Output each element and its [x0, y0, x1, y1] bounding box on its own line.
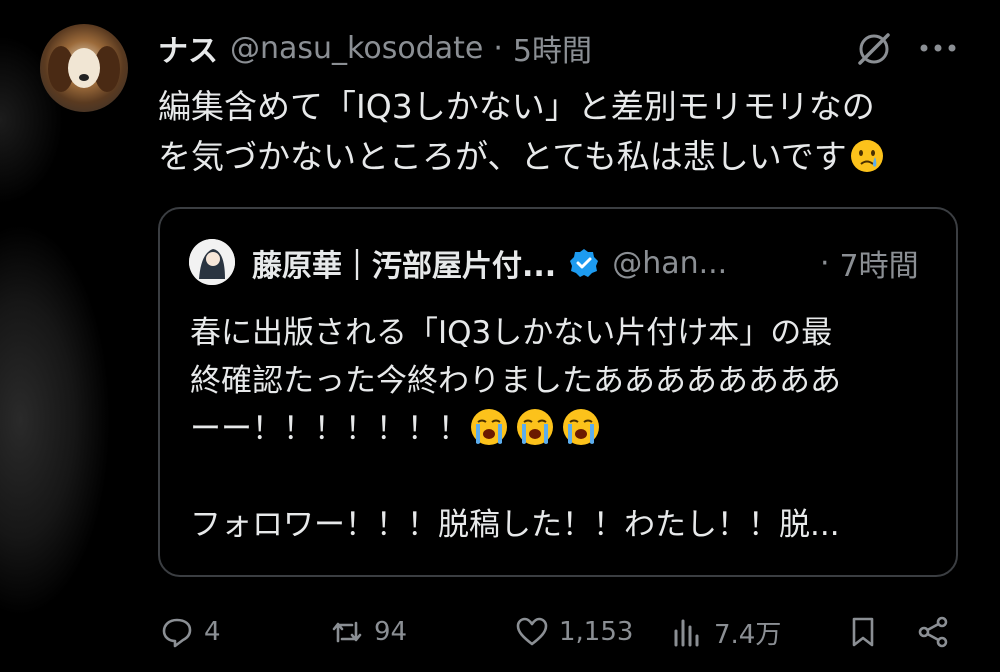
quoted-text: 春に出版される「IQ3しかない片付け本」の最 終確認たった今終わりましたああああ…: [190, 309, 940, 549]
quoted-author-name[interactable]: 藤原華｜汚部屋片付...: [252, 241, 556, 285]
retweet-count: 94: [374, 617, 408, 647]
retweet-icon: [332, 621, 362, 643]
loudly-crying-face-icon: [471, 409, 507, 445]
separator-dot: ·: [820, 245, 830, 281]
tweet-text-line: 編集含めて「IQ3しかない」と差別モリモリなの: [158, 87, 875, 126]
quoted-text-line: ーー！！！！！！！: [190, 411, 469, 447]
reply-button[interactable]: 4: [160, 610, 221, 654]
view-count: 7.4万: [714, 619, 782, 650]
reply-count: 4: [204, 617, 221, 647]
avatar[interactable]: [40, 24, 128, 112]
quoted-text-line: 春に出版される「IQ3しかない片付け本」の最: [190, 315, 833, 351]
like-button[interactable]: 1,153: [515, 610, 633, 654]
like-count: 1,153: [559, 617, 634, 647]
share-button[interactable]: [916, 610, 950, 654]
views-chart-icon: [674, 619, 699, 647]
timestamp[interactable]: 5時間: [513, 26, 592, 70]
author-handle[interactable]: @nasu_kosodate: [230, 31, 483, 66]
loudly-crying-face-icon: [563, 409, 599, 445]
share-icon: [918, 616, 948, 648]
quoted-text-line: フォロワー！！！脱稿した！！わたし！！脱...: [190, 507, 840, 543]
quoted-avatar[interactable]: [189, 239, 235, 285]
loudly-crying-face-icon: [517, 409, 553, 445]
bookmark-icon: [852, 617, 874, 647]
action-bar: 4 94 1,153 7.4万: [160, 610, 960, 654]
bookmark-button[interactable]: [846, 610, 880, 654]
tweet-text-line: を気づかないところが、とても私は悲しいです: [158, 137, 847, 176]
crying-face-icon: [850, 140, 883, 172]
quoted-tweet[interactable]: 藤原華｜汚部屋片付... @han... · 7時間 春に出版される「IQ3しかな…: [158, 207, 958, 577]
reply-icon: [162, 618, 192, 648]
separator-dot: ·: [493, 30, 503, 66]
quoted-time: 7時間: [839, 249, 919, 284]
tweet-text: 編集含めて「IQ3しかない」と差別モリモリなの を気づかないところが、とても私は…: [158, 82, 958, 182]
quoted-timestamp[interactable]: · 7時間: [820, 241, 919, 285]
tweet: ナス @nasu_kosodate · 5時間 編集含めて「IQ3しかない」と差…: [0, 0, 1000, 672]
heart-icon: [516, 617, 548, 646]
quoted-author-handle[interactable]: @han...: [612, 246, 727, 281]
grok-icon[interactable]: [855, 30, 893, 68]
author-name[interactable]: ナス: [158, 26, 218, 70]
tweet-header: ナス @nasu_kosodate · 5時間: [158, 26, 592, 70]
verified-badge-icon: [570, 249, 599, 277]
quoted-text-line: 終確認たった今終わりましたああああああああ: [190, 363, 841, 399]
retweet-button[interactable]: 94: [330, 610, 407, 654]
quoted-header: 藤原華｜汚部屋片付... @han...: [252, 241, 727, 285]
views-button[interactable]: 7.4万: [670, 610, 781, 654]
more-options-icon[interactable]: [916, 38, 960, 58]
